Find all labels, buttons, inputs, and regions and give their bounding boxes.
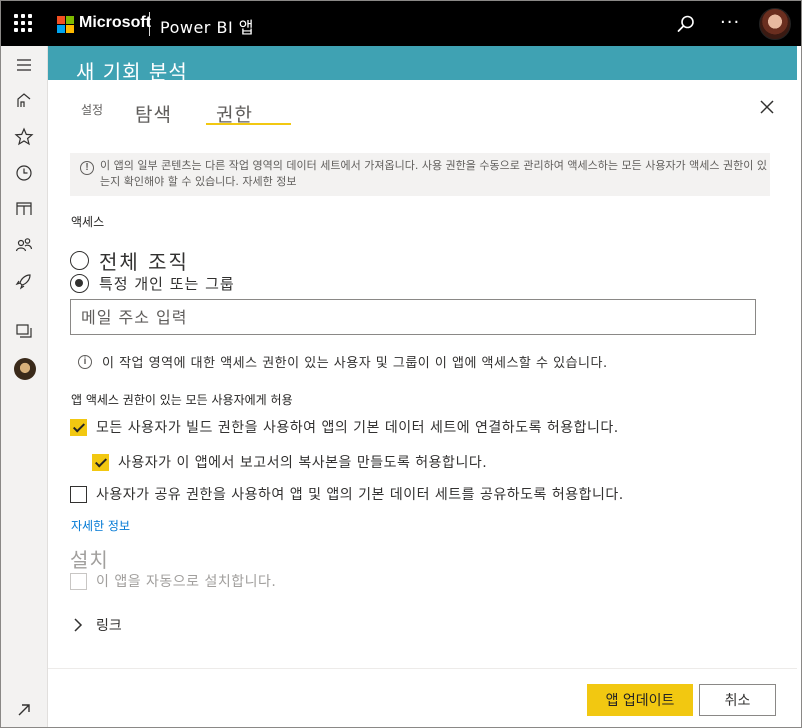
build-permission-checkbox[interactable]	[70, 418, 87, 436]
workspaces-icon[interactable]	[13, 320, 35, 342]
topbar-divider	[149, 12, 150, 36]
scrollbar[interactable]	[797, 46, 801, 727]
footer-divider	[48, 668, 801, 669]
app-settings-panel: 설정 탐색 권한 ! 이 앱의 일부 콘텐츠는 다른 작업 영역의 데이터 세트…	[48, 80, 801, 727]
links-expander[interactable]: 링크	[70, 615, 122, 635]
links-label: 링크	[96, 618, 122, 634]
radio-label-entire-org: 전체 조직	[99, 250, 189, 274]
search-icon[interactable]	[676, 14, 696, 34]
access-note-text: 이 작업 영역에 대한 액세스 권한이 있는 사용자 및 그룹이 이 앱에 액세…	[102, 356, 608, 371]
brand-name: Microsoft	[79, 14, 151, 31]
apps-icon[interactable]	[13, 198, 35, 220]
workspace-avatar[interactable]	[14, 358, 36, 380]
close-icon[interactable]	[759, 99, 775, 115]
share-permission-label: 사용자가 공유 권한을 사용하여 앱 및 앱의 기본 데이터 세트를 공유하도록…	[96, 487, 624, 503]
chevron-right-icon[interactable]	[70, 617, 86, 633]
copy-reports-checkbox[interactable]	[92, 453, 109, 471]
auto-install-checkbox[interactable]	[70, 572, 87, 590]
share-permission-option[interactable]: 사용자가 공유 권한을 사용하여 앱 및 앱의 기본 데이터 세트를 공유하도록…	[70, 484, 624, 504]
more-options-icon[interactable]: ···	[720, 12, 740, 33]
email-address-input[interactable]	[70, 299, 756, 335]
copy-reports-option[interactable]: 사용자가 이 앱에서 보고서의 복사본을 만들도록 허용합니다.	[92, 452, 487, 472]
auto-install-option[interactable]: 이 앱을 자동으로 설치합니다.	[70, 571, 276, 591]
top-bar: Microsoft Power BI 앱 ···	[1, 1, 801, 46]
tab-navigation[interactable]: 탐색	[135, 100, 172, 127]
learn-more-link[interactable]: 자세한 정보	[71, 517, 130, 534]
access-section-label: 액세스	[71, 215, 105, 229]
rocket-icon[interactable]	[13, 270, 35, 292]
auto-install-label: 이 앱을 자동으로 설치합니다.	[96, 574, 277, 590]
info-banner-text: 이 앱의 일부 콘텐츠는 다른 작업 영역의 데이터 세트에서 가져옵니다. 사…	[100, 159, 768, 188]
radio-button[interactable]	[70, 251, 89, 270]
build-permission-option[interactable]: 모든 사용자가 빌드 권한을 사용하여 앱의 기본 데이터 세트에 연결하도록 …	[70, 417, 619, 437]
copy-reports-label: 사용자가 이 앱에서 보고서의 복사본을 만들도록 허용합니다.	[118, 455, 488, 471]
app-window: Microsoft Power BI 앱 ··· 새 기회 분석 설정 탐색 권…	[0, 0, 802, 728]
home-icon[interactable]	[13, 90, 35, 112]
radio-entire-org[interactable]: 전체 조직	[70, 246, 189, 275]
build-permission-label: 모든 사용자가 빌드 권한을 사용하여 앱의 기본 데이터 세트에 연결하도록 …	[96, 420, 619, 436]
app-name[interactable]: Power BI 앱	[160, 14, 254, 38]
microsoft-logo-icon	[57, 16, 74, 33]
active-tab-indicator	[206, 123, 291, 125]
allow-section-label: 앱 액세스 권한이 있는 모든 사용자에게 허용	[71, 393, 293, 407]
install-section-title: 설치	[70, 548, 109, 572]
info-icon: !	[80, 161, 94, 175]
app-launcher-icon[interactable]	[14, 14, 32, 32]
clock-icon[interactable]	[13, 162, 35, 184]
user-avatar[interactable]	[759, 8, 791, 40]
menu-icon[interactable]	[13, 54, 35, 76]
info-banner: ! 이 앱의 일부 콘텐츠는 다른 작업 영역의 데이터 세트에서 가져옵니다.…	[70, 153, 770, 196]
cancel-button[interactable]: 취소	[699, 684, 776, 716]
shared-with-me-icon[interactable]	[13, 234, 35, 256]
update-app-button[interactable]: 앱 업데이트	[587, 684, 693, 716]
workspace-banner: 새 기회 분석	[48, 46, 801, 84]
access-note: i 이 작업 영역에 대한 액세스 권한이 있는 사용자 및 그룹이 이 앱에 …	[78, 352, 608, 371]
star-icon[interactable]	[13, 126, 35, 148]
radio-label-specific-people: 특정 개인 또는 그룹	[99, 275, 235, 293]
info-icon: i	[78, 354, 92, 369]
radio-button-selected[interactable]	[70, 274, 89, 293]
expand-icon[interactable]	[13, 699, 35, 721]
share-permission-checkbox[interactable]	[70, 485, 87, 503]
radio-specific-people[interactable]: 특정 개인 또는 그룹	[70, 273, 235, 294]
left-nav-rail	[1, 46, 48, 727]
tab-setup[interactable]: 설정	[81, 101, 103, 118]
